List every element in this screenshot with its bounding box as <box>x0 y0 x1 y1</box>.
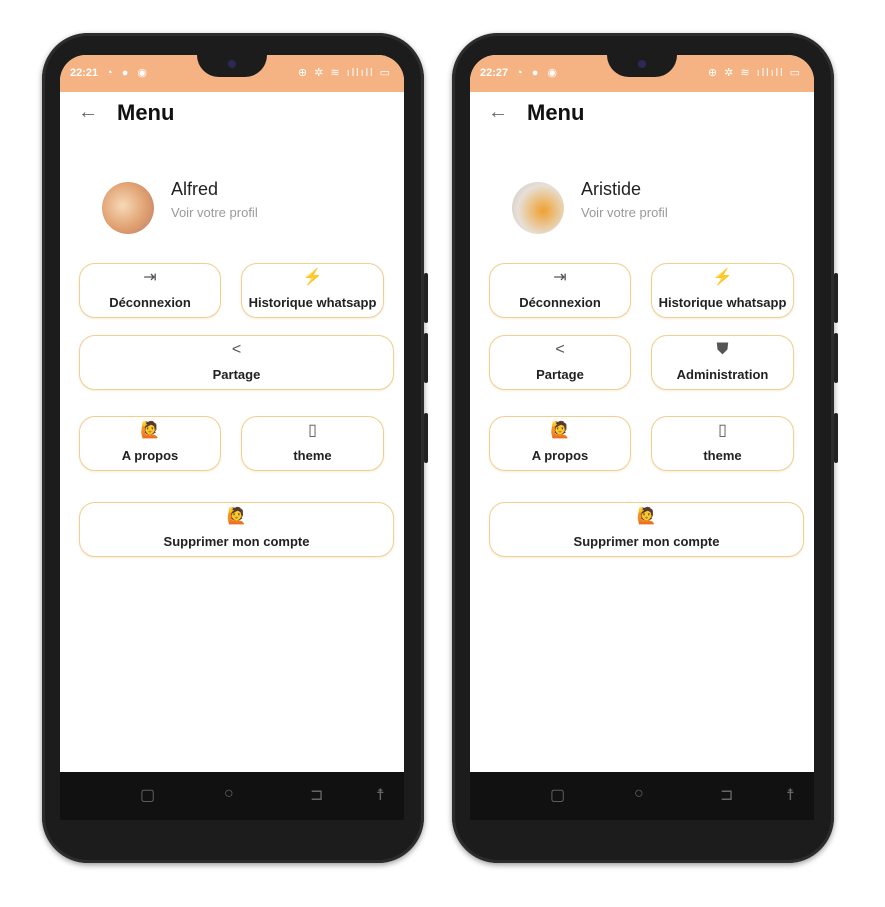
person-wave-icon: 🙋 <box>550 422 570 439</box>
button-label: Supprimer mon compte <box>163 534 310 549</box>
button-label: Partage <box>212 367 261 382</box>
phone-theme-icon: ▯ <box>308 422 317 439</box>
notification-icons: ◔ ● ◉ <box>516 67 560 79</box>
bolt-icon: ⚡ <box>302 269 323 286</box>
page-title: Menu <box>117 100 175 125</box>
avatar[interactable] <box>512 182 564 234</box>
accessibility-icon[interactable]: ☨ <box>376 785 385 805</box>
person-wave-icon: 🙋 <box>636 508 657 525</box>
profile-name[interactable]: Aristide <box>581 179 641 200</box>
system-nav-bar: ▢ ○ ⊐ ☨ <box>60 772 404 820</box>
phone-theme-icon: ▯ <box>718 422 727 439</box>
view-profile-link[interactable]: Voir votre profil <box>171 205 258 220</box>
camera-notch <box>197 55 267 77</box>
button-label: Administration <box>676 367 769 382</box>
partage-button[interactable]: < Partage <box>79 335 394 390</box>
historique-whatsapp-button[interactable]: ⚡ Historique whatsapp <box>651 263 794 318</box>
back-arrow-icon[interactable]: ← <box>78 101 98 124</box>
button-label: Historique whatsapp <box>658 295 787 310</box>
back-nav-icon[interactable]: ⊐ <box>310 785 323 805</box>
button-label: Déconnexion <box>109 295 191 310</box>
view-profile-link[interactable]: Voir votre profil <box>581 205 668 220</box>
a-propos-button[interactable]: 🙋 A propos <box>79 416 221 471</box>
person-wave-icon: 🙋 <box>226 508 247 525</box>
theme-button[interactable]: ▯ theme <box>651 416 794 471</box>
theme-button[interactable]: ▯ theme <box>241 416 384 471</box>
page-title: Menu <box>527 100 585 125</box>
button-label: Supprimer mon compte <box>573 534 720 549</box>
status-time: 22:27 <box>480 67 509 79</box>
admin-shield-icon: ⛊ <box>716 341 729 358</box>
recents-icon[interactable]: ▢ <box>140 785 155 805</box>
volume-button <box>834 273 838 323</box>
notification-icons: ◔ ● ◉ <box>106 67 150 79</box>
system-nav-bar: ▢ ○ ⊐ ☨ <box>470 772 814 820</box>
logout-icon: ⇥ <box>553 269 567 286</box>
status-time: 22:21 <box>70 67 99 79</box>
volume-button <box>424 273 428 323</box>
button-label: Historique whatsapp <box>248 295 377 310</box>
administration-button[interactable]: ⛊ Administration <box>651 335 794 390</box>
camera-icon <box>228 60 236 68</box>
supprimer-mon-compte-button[interactable]: 🙋 Supprimer mon compte <box>489 502 804 557</box>
camera-notch <box>607 55 677 77</box>
button-label: Partage <box>536 367 584 382</box>
power-button <box>834 413 838 463</box>
share-icon: < <box>555 341 565 358</box>
button-label: theme <box>293 448 332 463</box>
volume-button <box>424 333 428 383</box>
deconnexion-button[interactable]: ⇥ Déconnexion <box>79 263 221 318</box>
a-propos-button[interactable]: 🙋 A propos <box>489 416 631 471</box>
share-icon: < <box>231 341 242 358</box>
bolt-icon: ⚡ <box>712 269 733 286</box>
camera-icon <box>638 60 646 68</box>
phone-left: 22:21 ◔ ● ◉ ⊕ ✲ ≋ ıllıll ▭ ← Menu Alfred… <box>42 33 428 863</box>
historique-whatsapp-button[interactable]: ⚡ Historique whatsapp <box>241 263 384 318</box>
button-label: theme <box>703 448 742 463</box>
person-wave-icon: 🙋 <box>140 422 160 439</box>
phone-right: 22:27 ◔ ● ◉ ⊕ ✲ ≋ ıllıll ▭ ← Menu Aristi… <box>452 33 838 863</box>
home-icon[interactable]: ○ <box>224 785 234 803</box>
home-icon[interactable]: ○ <box>634 785 644 803</box>
accessibility-icon[interactable]: ☨ <box>786 785 795 805</box>
back-nav-icon[interactable]: ⊐ <box>720 785 733 805</box>
volume-button <box>834 333 838 383</box>
app-screen: 22:21 ◔ ● ◉ ⊕ ✲ ≋ ıllıll ▭ ← Menu Alfred… <box>60 55 404 772</box>
power-button <box>424 413 428 463</box>
back-arrow-icon[interactable]: ← <box>488 101 508 124</box>
supprimer-mon-compte-button[interactable]: 🙋 Supprimer mon compte <box>79 502 394 557</box>
partage-button[interactable]: < Partage <box>489 335 631 390</box>
button-label: A propos <box>531 448 589 463</box>
deconnexion-button[interactable]: ⇥ Déconnexion <box>489 263 631 318</box>
system-status-icons: ⊕ ✲ ≋ ıllıll ▭ <box>707 67 802 79</box>
logout-icon: ⇥ <box>143 269 157 286</box>
app-screen: 22:27 ◔ ● ◉ ⊕ ✲ ≋ ıllıll ▭ ← Menu Aristi… <box>470 55 814 772</box>
system-status-icons: ⊕ ✲ ≋ ıllıll ▭ <box>297 67 392 79</box>
recents-icon[interactable]: ▢ <box>550 785 565 805</box>
button-label: A propos <box>121 448 179 463</box>
avatar[interactable] <box>102 182 154 234</box>
profile-name[interactable]: Alfred <box>171 179 218 200</box>
button-label: Déconnexion <box>519 295 601 310</box>
